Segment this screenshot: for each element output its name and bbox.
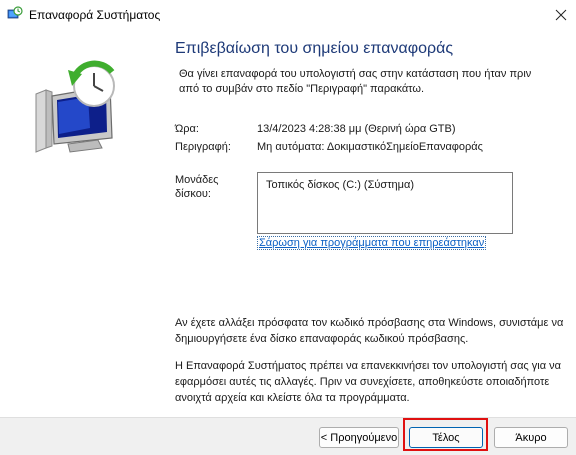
time-value: 13/4/2023 4:28:38 μμ (Θερινή ώρα GTB) — [257, 123, 456, 135]
password-note: Αν έχετε αλλάξει πρόσφατα τον κωδικό πρό… — [175, 317, 564, 345]
time-label: Ώρα: — [175, 123, 199, 135]
finish-button[interactable]: Τέλος — [409, 427, 483, 448]
scan-affected-programs-link[interactable]: Σάρωση για προγράμματα που επηρεάστηκαν — [257, 236, 487, 250]
system-restore-illustration-icon — [35, 60, 115, 153]
description-value: Μη αυτόματα: ΔοκιμαστικόΣημείοΕπαναφοράς — [257, 141, 483, 153]
description-label: Περιγραφή: — [175, 141, 231, 153]
content-area: Επιβεβαίωση του σημείου επαναφοράς Θα γί… — [162, 30, 576, 417]
close-icon — [555, 9, 567, 21]
intro-text: Θα γίνει επαναφορά του υπολογιστή σας στ… — [179, 68, 532, 95]
window-title: Επαναφορά Συστήματος — [29, 8, 161, 22]
title-bar: Επαναφορά Συστήματος — [0, 0, 576, 30]
close-button[interactable] — [546, 0, 576, 30]
system-restore-icon — [7, 6, 23, 19]
drives-list[interactable]: Τοπικός δίσκος (C:) (Σύστημα) — [257, 172, 513, 234]
restart-note: Η Επαναφορά Συστήματος πρέπει να επανεκκ… — [175, 360, 562, 404]
system-restore-window: Επαναφορά Συστήματος Επιβεβαίωση του σημ… — [0, 0, 576, 455]
graphic-panel — [0, 30, 162, 417]
back-button[interactable]: < Προηγούμενο — [319, 427, 399, 448]
cancel-button[interactable]: Άκυρο — [494, 427, 568, 448]
page-title: Επιβεβαίωση του σημείου επαναφοράς — [175, 40, 454, 57]
list-item: Τοπικός δίσκος (C:) (Σύστημα) — [266, 179, 415, 191]
button-bar: < Προηγούμενο Τέλος Άκυρο — [0, 417, 576, 455]
drives-label: Μονάδες δίσκου: — [175, 174, 219, 200]
